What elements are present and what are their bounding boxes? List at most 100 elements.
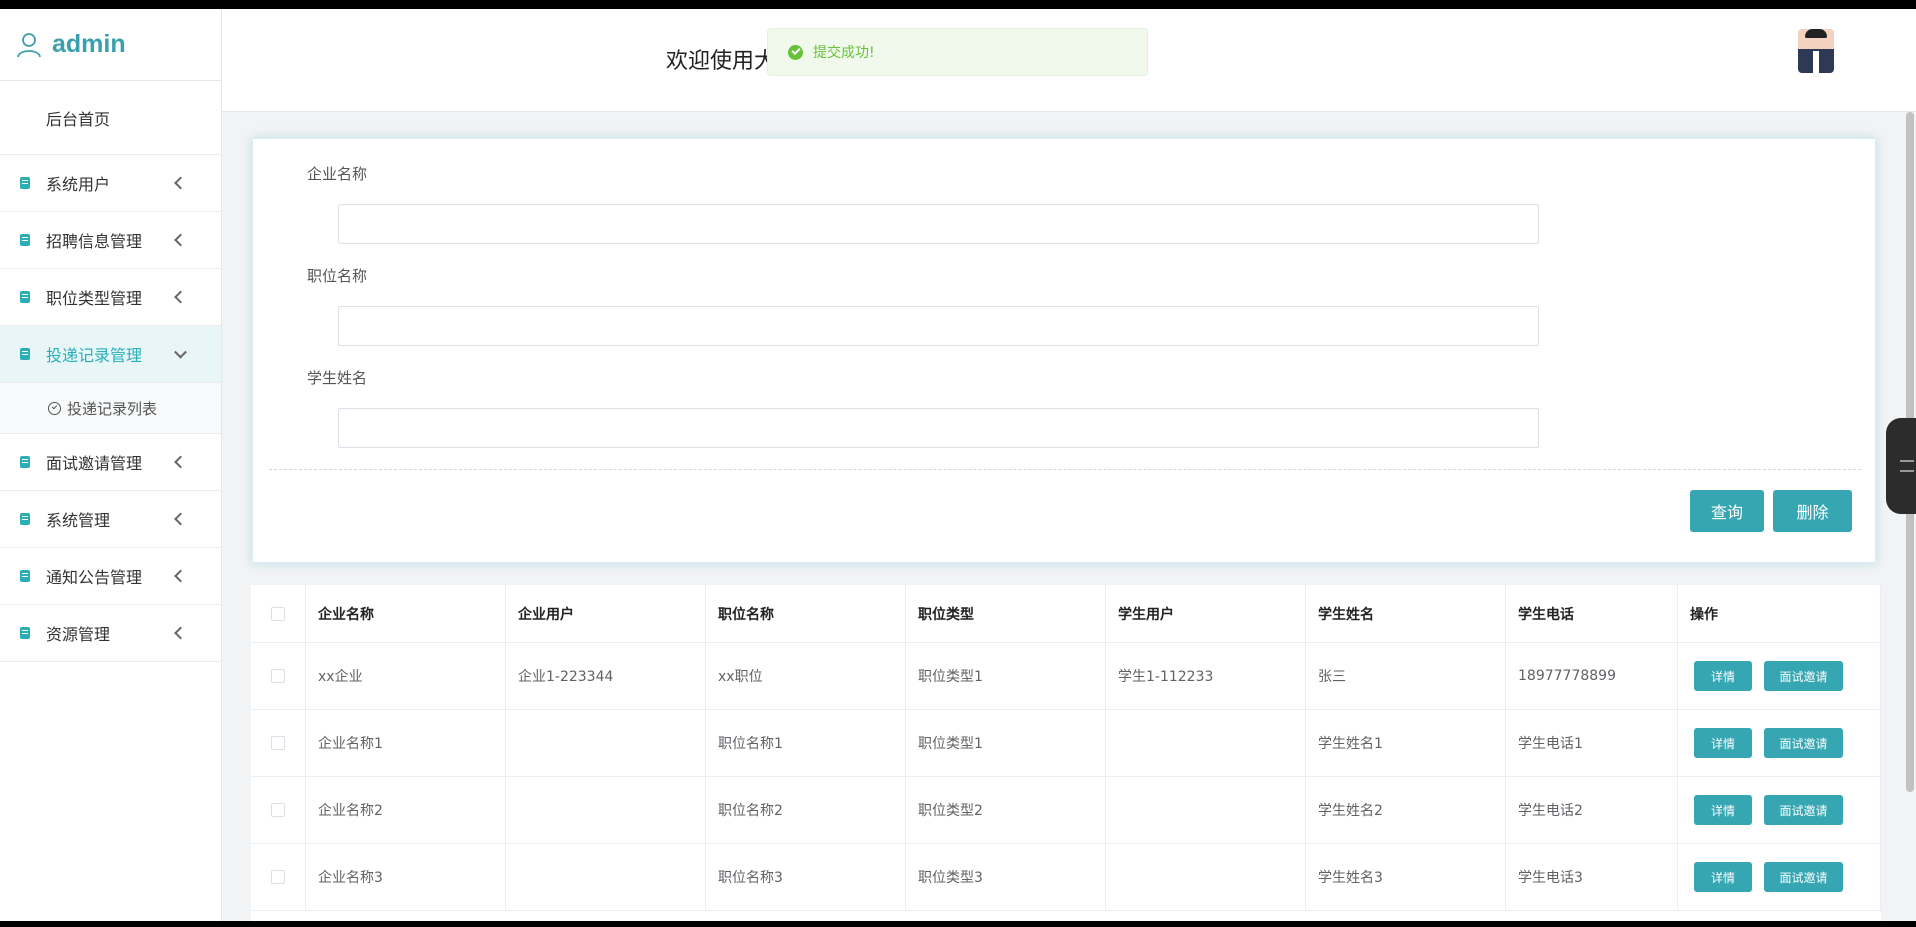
sidebar-item-system-management[interactable]: 系统管理 — [0, 491, 221, 548]
row-checkbox[interactable] — [271, 870, 285, 884]
row-checkbox[interactable] — [271, 669, 285, 683]
table-header-row: 企业名称 企业用户 职位名称 职位类型 学生用户 学生姓名 学生电话 操作 — [251, 585, 1881, 643]
column-header: 操作 — [1678, 585, 1881, 642]
sidebar-item-label: 通知公告管理 — [46, 568, 143, 587]
sidebar: admin 后台首页 系统用户 招聘信息管理 职位类型管理 投递记录管理 投递记… — [0, 9, 222, 921]
actions-cell: 详情 面试邀请 — [1678, 777, 1881, 843]
side-drawer-tab[interactable] — [1886, 418, 1916, 514]
table-cell: 职位类型3 — [906, 844, 1106, 910]
interview-invite-button[interactable]: 面试邀请 — [1764, 728, 1843, 758]
form-divider — [269, 469, 1861, 470]
detail-button[interactable]: 详情 — [1694, 661, 1752, 691]
query-button[interactable]: 查询 — [1690, 490, 1764, 532]
table-cell: 职位类型2 — [906, 777, 1106, 843]
company-name-label: 企业名称 — [307, 165, 368, 183]
table-cell — [1106, 710, 1306, 776]
sidebar-item-label: 系统管理 — [46, 511, 111, 530]
sidebar-item-applications[interactable]: 投递记录管理 — [0, 326, 221, 383]
student-name-input[interactable] — [338, 408, 1539, 448]
sidebar-subitem-label: 投递记录列表 — [67, 399, 158, 418]
row-select-cell — [251, 777, 306, 843]
company-name-input[interactable] — [338, 204, 1539, 244]
sidebar-item-interviews[interactable]: 面试邀请管理 — [0, 434, 221, 491]
actions-cell: 详情 面试邀请 — [1678, 643, 1881, 709]
document-icon — [20, 234, 30, 246]
sidebar-item-label: 职位类型管理 — [46, 289, 143, 308]
sidebar-item-home[interactable]: 后台首页 — [0, 81, 221, 155]
chevron-left-icon — [174, 290, 187, 304]
delete-button[interactable]: 删除 — [1773, 490, 1852, 532]
toast-message: 提交成功! — [813, 45, 875, 61]
table-cell — [1106, 777, 1306, 843]
actions-cell: 详情 面试邀请 — [1678, 844, 1881, 910]
sidebar-subitem-application-list[interactable]: 投递记录列表 — [0, 383, 221, 434]
sidebar-item-label: 系统用户 — [46, 175, 111, 194]
table-row: xx企业 企业1-223344 xx职位 职位类型1 学生1-112233 张三… — [251, 643, 1881, 710]
table-cell: 学生电话2 — [1506, 777, 1678, 843]
success-toast: 提交成功! — [767, 28, 1148, 76]
detail-button[interactable]: 详情 — [1694, 795, 1752, 825]
interview-invite-button[interactable]: 面试邀请 — [1764, 862, 1843, 892]
table-cell: 企业1-223344 — [506, 643, 706, 709]
chevron-left-icon — [174, 455, 187, 469]
select-all-cell — [251, 585, 306, 642]
table-cell — [506, 710, 706, 776]
column-header[interactable]: 学生用户 — [1106, 585, 1306, 642]
document-icon — [20, 348, 30, 360]
table-cell: 张三 — [1306, 643, 1506, 709]
sidebar-item-resources[interactable]: 资源管理 — [0, 605, 221, 662]
row-checkbox[interactable] — [271, 803, 285, 817]
document-icon — [20, 291, 30, 303]
document-icon — [20, 456, 30, 468]
chevron-left-icon — [174, 512, 187, 526]
table-cell: 学生1-112233 — [1106, 643, 1306, 709]
table-cell: 企业名称3 — [306, 844, 506, 910]
document-icon — [20, 177, 30, 189]
brand: admin — [0, 9, 221, 81]
sidebar-item-label: 面试邀请管理 — [46, 454, 143, 473]
column-header[interactable]: 学生电话 — [1506, 585, 1678, 642]
welcome-title: 欢迎使用大 — [666, 49, 777, 74]
sidebar-item-label: 招聘信息管理 — [46, 232, 143, 251]
table-cell: 学生电话1 — [1506, 710, 1678, 776]
sidebar-item-system-users[interactable]: 系统用户 — [0, 155, 221, 212]
table-cell: 学生姓名3 — [1306, 844, 1506, 910]
row-checkbox[interactable] — [271, 736, 285, 750]
job-name-input[interactable] — [338, 306, 1539, 346]
job-name-label: 职位名称 — [307, 267, 368, 285]
table-cell: 职位名称2 — [706, 777, 906, 843]
sidebar-item-job-types[interactable]: 职位类型管理 — [0, 269, 221, 326]
table-cell: 职位名称3 — [706, 844, 906, 910]
table-cell: 学生电话3 — [1506, 844, 1678, 910]
sidebar-item-announcements[interactable]: 通知公告管理 — [0, 548, 221, 605]
table-row: 企业名称3 职位名称3 职位类型3 学生姓名3 学生电话3 详情 面试邀请 — [251, 844, 1881, 911]
column-header[interactable]: 职位名称 — [706, 585, 906, 642]
interview-invite-button[interactable]: 面试邀请 — [1764, 795, 1843, 825]
document-icon — [20, 570, 30, 582]
check-circle-icon — [48, 401, 61, 415]
sidebar-item-label: 资源管理 — [46, 625, 111, 644]
brand-name: admin — [52, 30, 126, 58]
sidebar-item-recruitment[interactable]: 招聘信息管理 — [0, 212, 221, 269]
detail-button[interactable]: 详情 — [1694, 862, 1752, 892]
table-cell: 学生姓名1 — [1306, 710, 1506, 776]
menu-icon — [1900, 460, 1914, 472]
table-cell — [506, 844, 706, 910]
column-header[interactable]: 企业用户 — [506, 585, 706, 642]
applications-table: 企业名称 企业用户 职位名称 职位类型 学生用户 学生姓名 学生电话 操作 xx… — [251, 585, 1881, 921]
actions-cell: 详情 面试邀请 — [1678, 710, 1881, 776]
avatar[interactable] — [1798, 29, 1834, 73]
sidebar-item-label: 投递记录管理 — [46, 346, 143, 365]
column-header[interactable]: 职位类型 — [906, 585, 1106, 642]
app-frame: admin 后台首页 系统用户 招聘信息管理 职位类型管理 投递记录管理 投递记… — [0, 9, 1916, 921]
chevron-left-icon — [174, 233, 187, 247]
student-name-label: 学生姓名 — [307, 369, 368, 387]
interview-invite-button[interactable]: 面试邀请 — [1764, 661, 1843, 691]
column-header[interactable]: 学生姓名 — [1306, 585, 1506, 642]
column-header[interactable]: 企业名称 — [306, 585, 506, 642]
chevron-left-icon — [174, 626, 187, 640]
table-cell — [1106, 844, 1306, 910]
detail-button[interactable]: 详情 — [1694, 728, 1752, 758]
table-cell: 企业名称1 — [306, 710, 506, 776]
select-all-checkbox[interactable] — [271, 606, 285, 621]
